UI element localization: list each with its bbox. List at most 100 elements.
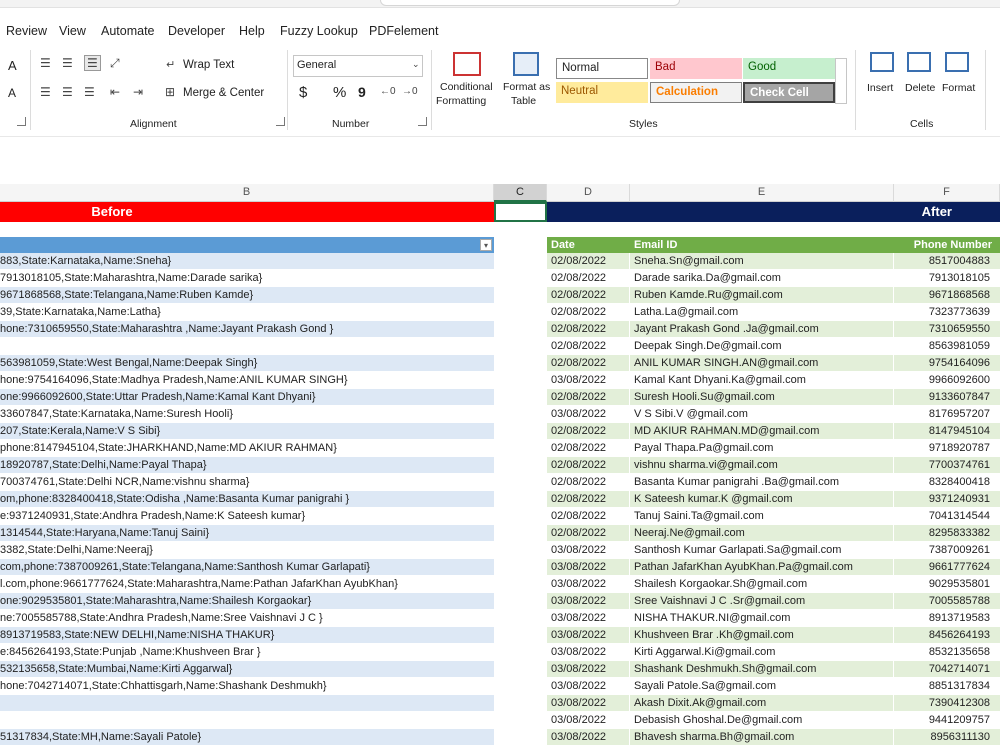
email-cell[interactable]: Sneha.Sn@gmail.com	[630, 253, 894, 270]
phone-cell[interactable]: 9671868568	[894, 287, 1000, 304]
before-cell[interactable]: e:9371240931,State:Andhra Pradesh,Name:K…	[0, 508, 494, 525]
style-check-cell[interactable]: Check Cell	[743, 82, 835, 103]
empty-cell[interactable]	[494, 440, 547, 457]
worksheet-grid[interactable]: Before After ▾ Date Email ID Phone Numbe…	[0, 202, 1000, 750]
empty-cell[interactable]	[494, 508, 547, 525]
email-cell[interactable]: Jayant Prakash Gond .Ja@gmail.com	[630, 321, 894, 338]
empty-cell[interactable]	[494, 661, 547, 678]
styles-gallery-scroll[interactable]	[835, 58, 847, 104]
empty-cell[interactable]	[494, 406, 547, 423]
email-cell[interactable]: V S Sibi.V @gmail.com	[630, 406, 894, 423]
before-cell[interactable]: l.com,phone:9661777624,State:Maharashtra…	[0, 576, 494, 593]
column-header-d[interactable]: D	[547, 184, 630, 202]
empty-cell[interactable]	[494, 287, 547, 304]
empty-cell[interactable]	[494, 304, 547, 321]
wrap-text-icon[interactable]: ↵	[166, 58, 175, 71]
format-icon[interactable]	[945, 52, 969, 72]
date-cell[interactable]: 02/08/2022	[547, 389, 630, 406]
before-cell[interactable]: 51317834,State:MH,Name:Sayali Patole}	[0, 729, 494, 746]
column-header-c[interactable]: C	[494, 184, 547, 202]
empty-cell[interactable]	[494, 729, 547, 746]
style-bad[interactable]: Bad	[650, 58, 742, 79]
before-cell[interactable]: 9671868568,State:Telangana,Name:Ruben Ka…	[0, 287, 494, 304]
date-cell[interactable]: 02/08/2022	[547, 440, 630, 457]
menu-developer[interactable]: Developer	[168, 24, 225, 38]
currency-button[interactable]: $	[299, 84, 307, 101]
orientation-icon[interactable]: ⤢	[110, 56, 120, 71]
email-cell[interactable]: K Sateesh kumar.K @gmail.com	[630, 491, 894, 508]
before-cell[interactable]: om,phone:8328400418,State:Odisha ,Name:B…	[0, 491, 494, 508]
email-cell[interactable]: Kirti Aggarwal.Ki@gmail.com	[630, 644, 894, 661]
before-cell[interactable]: 18920787,State:Delhi,Name:Payal Thapa}	[0, 457, 494, 474]
phone-cell[interactable]: 7387009261	[894, 542, 1000, 559]
decrease-decimal-icon[interactable]: →0	[402, 86, 418, 97]
phone-cell[interactable]: 8295833382	[894, 525, 1000, 542]
before-cell[interactable]: com,phone:7387009261,State:Telangana,Nam…	[0, 559, 494, 576]
before-cell[interactable]: 700374761,State:Delhi NCR,Name:vishnu sh…	[0, 474, 494, 491]
merge-center-icon[interactable]: ⊞	[165, 85, 175, 99]
empty-cell[interactable]	[494, 712, 547, 729]
empty-cell[interactable]	[494, 576, 547, 593]
phone-cell[interactable]: 7913018105	[894, 270, 1000, 287]
before-cell[interactable]: ne:7005585788,State:Andhra Pradesh,Name:…	[0, 610, 494, 627]
email-cell[interactable]: Shashank Deshmukh.Sh@gmail.com	[630, 661, 894, 678]
empty-cell[interactable]	[494, 270, 547, 287]
empty-cell[interactable]	[494, 372, 547, 389]
email-cell[interactable]: Santhosh Kumar Garlapati.Sa@gmail.com	[630, 542, 894, 559]
phone-cell[interactable]: 9441209757	[894, 712, 1000, 729]
phone-cell[interactable]: 7310659550	[894, 321, 1000, 338]
empty-cell[interactable]	[494, 678, 547, 695]
menu-fuzzy-lookup[interactable]: Fuzzy Lookup	[280, 24, 358, 38]
email-cell[interactable]: Ruben Kamde.Ru@gmail.com	[630, 287, 894, 304]
date-cell[interactable]: 02/08/2022	[547, 457, 630, 474]
format-as-table-icon[interactable]	[513, 52, 539, 76]
before-cell[interactable]: 39,State:Karnataka,Name:Latha}	[0, 304, 494, 321]
date-cell[interactable]: 03/08/2022	[547, 593, 630, 610]
align-left-icon[interactable]: ☰	[40, 85, 51, 99]
date-cell[interactable]: 02/08/2022	[547, 423, 630, 440]
phone-cell[interactable]: 7700374761	[894, 457, 1000, 474]
column-header-f[interactable]: F	[894, 184, 1000, 202]
menu-help[interactable]: Help	[239, 24, 265, 38]
phone-cell[interactable]: 9661777624	[894, 559, 1000, 576]
before-cell[interactable]	[0, 712, 494, 729]
wrap-text-button[interactable]: Wrap Text	[183, 59, 234, 71]
email-cell[interactable]: Tanuj Saini.Ta@gmail.com	[630, 508, 894, 525]
empty-cell[interactable]	[494, 389, 547, 406]
email-cell[interactable]: Bhavesh sharma.Bh@gmail.com	[630, 729, 894, 746]
date-cell[interactable]: 03/08/2022	[547, 678, 630, 695]
empty-cell[interactable]	[494, 559, 547, 576]
empty-cell[interactable]	[494, 542, 547, 559]
empty-cell[interactable]	[494, 610, 547, 627]
alignment-launcher-icon[interactable]	[276, 117, 285, 126]
font-color-button[interactable]: A	[8, 86, 16, 100]
empty-cell[interactable]	[494, 644, 547, 661]
date-cell[interactable]: 02/08/2022	[547, 355, 630, 372]
date-cell[interactable]: 03/08/2022	[547, 610, 630, 627]
style-calculation[interactable]: Calculation	[650, 82, 742, 103]
empty-cell[interactable]	[494, 627, 547, 644]
email-cell[interactable]: Darade sarika.Da@gmail.com	[630, 270, 894, 287]
selected-cell[interactable]	[494, 202, 547, 222]
date-cell[interactable]: 02/08/2022	[547, 270, 630, 287]
date-cell[interactable]: 03/08/2022	[547, 372, 630, 389]
column-header-b[interactable]: B	[0, 184, 494, 202]
email-cell[interactable]: Shailesh Korgaokar.Sh@gmail.com	[630, 576, 894, 593]
empty-cell[interactable]	[494, 593, 547, 610]
format-button[interactable]: Format	[942, 82, 975, 94]
email-cell[interactable]: Debasish Ghoshal.De@gmail.com	[630, 712, 894, 729]
date-cell[interactable]: 03/08/2022	[547, 712, 630, 729]
style-neutral[interactable]: Neutral	[556, 82, 648, 103]
search-box[interactable]	[380, 0, 680, 6]
format-as-label[interactable]: Format as	[503, 81, 550, 93]
phone-cell[interactable]: 7390412308	[894, 695, 1000, 712]
date-cell[interactable]: 02/08/2022	[547, 508, 630, 525]
insert-icon[interactable]	[870, 52, 894, 72]
before-cell[interactable]: 532135658,State:Mumbai,Name:Kirti Aggarw…	[0, 661, 494, 678]
number-launcher-icon[interactable]	[418, 117, 427, 126]
before-cell[interactable]: one:9966092600,State:Uttar Pradesh,Name:…	[0, 389, 494, 406]
comma-button[interactable]: 9	[358, 84, 366, 100]
phone-cell[interactable]: 9754164096	[894, 355, 1000, 372]
phone-cell[interactable]: 8456264193	[894, 627, 1000, 644]
formatting-label[interactable]: Formatting	[436, 95, 486, 107]
